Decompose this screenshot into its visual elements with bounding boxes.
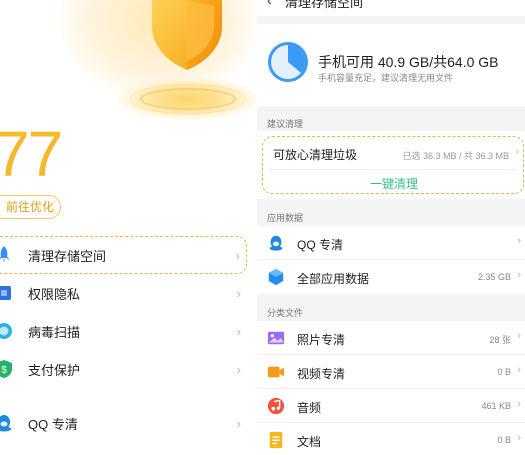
music-icon bbox=[267, 397, 285, 415]
list-item-photos[interactable]: 照片专清 28 张 › bbox=[257, 321, 525, 355]
title-bar: ‹ 清理存储空间 bbox=[257, 0, 525, 16]
svg-text:$: $ bbox=[1, 365, 7, 376]
chevron-right-icon: › bbox=[517, 432, 521, 444]
list-item-documents[interactable]: 文档 0 B › bbox=[257, 423, 525, 455]
chevron-right-icon: › bbox=[236, 285, 241, 301]
list-item-label: 全部应用数据 bbox=[297, 272, 370, 286]
list-item-value: 0 B bbox=[497, 435, 511, 445]
back-arrow-icon[interactable]: ‹ bbox=[267, 0, 272, 8]
suggest-clean-card: 可放心清理垃圾 已选 36.3 MB / 共 36.3 MB › 一键清理 bbox=[257, 131, 525, 199]
photo-icon bbox=[267, 331, 285, 345]
menu-item-privacy[interactable]: 权限隐私 › bbox=[0, 274, 257, 312]
list-item-value: 2.35 GB bbox=[477, 272, 511, 282]
menu-item-label: QQ 专清 bbox=[28, 416, 78, 432]
shield-icon bbox=[152, 0, 222, 70]
list-item-label: 视频专清 bbox=[297, 367, 346, 381]
chevron-right-icon[interactable]: › bbox=[515, 146, 519, 158]
feature-menu: 清理存储空间 › 权限隐私 › 病毒扫描 › $ 支付保护 › QQ 专清 › bbox=[0, 236, 257, 442]
app-data-list: QQ 专清 › 全部应用数据 2.35 GB › bbox=[257, 226, 525, 294]
list-item-label: QQ 专清 bbox=[297, 238, 344, 252]
divider bbox=[269, 169, 517, 170]
clean-storage-panel: ‹ 清理存储空间 手机可用 40.9 GB/共64.0 GB 手机容量充足，建议… bbox=[257, 0, 525, 455]
one-click-clean-button[interactable]: 一键清理 bbox=[263, 175, 525, 192]
storage-available-text: 手机可用 40.9 GB/共64.0 GB bbox=[318, 54, 499, 70]
hero-area: 77 bbox=[0, 0, 257, 180]
menu-item-payment-protection[interactable]: $ 支付保护 › bbox=[0, 350, 257, 388]
list-item-audio[interactable]: 音频 461 KB › bbox=[257, 389, 525, 423]
section-label-suggest: 建议清理 bbox=[267, 119, 304, 129]
privacy-icon bbox=[0, 286, 11, 300]
list-item-all-app-data[interactable]: 全部应用数据 2.35 GB › bbox=[257, 260, 525, 294]
junk-selected-size: 已选 36.3 MB / 共 36.3 MB bbox=[402, 151, 509, 161]
list-item-value: 28 张 bbox=[489, 335, 511, 345]
list-item-label: 照片专清 bbox=[297, 333, 346, 347]
chevron-right-icon: › bbox=[236, 323, 241, 339]
chevron-right-icon: › bbox=[517, 269, 521, 281]
list-item-value: 461 KB bbox=[481, 401, 511, 411]
menu-item-virus-scan[interactable]: 病毒扫描 › bbox=[0, 312, 257, 350]
cube-icon bbox=[268, 268, 284, 286]
section-label-app-data: 应用数据 bbox=[267, 213, 304, 223]
document-icon bbox=[269, 431, 283, 449]
chevron-right-icon: › bbox=[236, 415, 241, 431]
security-home-panel: 77 前往优化 清理存储空间 › 权限隐私 › 病毒扫描 › $ 支付保护 › … bbox=[0, 0, 257, 455]
list-item-label: 文档 bbox=[297, 435, 322, 449]
qq-icon bbox=[0, 415, 11, 432]
menu-item-clean-storage[interactable]: 清理存储空间 › bbox=[0, 236, 247, 274]
menu-gap bbox=[0, 388, 257, 404]
list-item-label: 音频 bbox=[297, 401, 322, 415]
page-title: 清理存储空间 bbox=[285, 0, 364, 10]
section-label-categories: 分类文件 bbox=[267, 308, 304, 318]
optimize-button[interactable]: 前往优化 bbox=[0, 195, 62, 219]
video-icon bbox=[267, 366, 285, 378]
menu-item-label: 权限隐私 bbox=[28, 286, 81, 302]
virus-scan-icon bbox=[0, 323, 12, 339]
storage-pie-chart bbox=[268, 42, 308, 82]
list-item-qq-clean[interactable]: QQ 专清 › bbox=[257, 226, 525, 260]
chevron-right-icon: › bbox=[235, 247, 240, 263]
payment-shield-icon: $ bbox=[0, 360, 12, 378]
storage-hint-text: 手机容量充足，建议清理无用文件 bbox=[318, 73, 454, 83]
junk-title[interactable]: 可放心清理垃圾 bbox=[273, 146, 357, 163]
chevron-right-icon: › bbox=[517, 398, 521, 410]
storage-summary-card: 手机可用 40.9 GB/共64.0 GB 手机容量充足，建议清理无用文件 bbox=[257, 24, 525, 106]
rocket-icon bbox=[0, 246, 10, 263]
list-item-videos[interactable]: 视频专清 0 B › bbox=[257, 355, 525, 389]
menu-item-label: 支付保护 bbox=[28, 362, 81, 378]
shield-halo-ring-inner bbox=[140, 88, 236, 110]
chevron-right-icon: › bbox=[517, 330, 521, 342]
menu-item-label: 病毒扫描 bbox=[28, 324, 81, 340]
chevron-right-icon: › bbox=[517, 235, 521, 247]
suggest-clean-box: 可放心清理垃圾 已选 36.3 MB / 共 36.3 MB › 一键清理 bbox=[262, 136, 524, 194]
security-score: 77 bbox=[0, 118, 63, 180]
list-item-value: 0 B bbox=[497, 367, 511, 377]
menu-item-label: 清理存储空间 bbox=[28, 248, 107, 264]
qq-icon bbox=[269, 235, 283, 251]
chevron-right-icon: › bbox=[517, 364, 521, 376]
chevron-right-icon: › bbox=[236, 361, 241, 377]
file-category-list: 照片专清 28 张 › 视频专清 0 B › 音频 461 KB › 文档 0 … bbox=[257, 321, 525, 455]
menu-item-qq-clean[interactable]: QQ 专清 › bbox=[0, 404, 257, 442]
